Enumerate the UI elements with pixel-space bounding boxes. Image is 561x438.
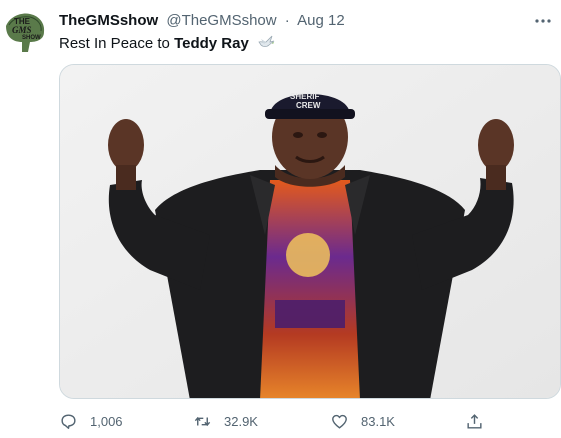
avatar-text-2: GMS bbox=[12, 25, 32, 35]
avatar[interactable]: THE GMS SHOW bbox=[0, 8, 48, 56]
avatar-text-3: SHOW bbox=[22, 35, 41, 41]
tweet-date[interactable]: Aug 12 bbox=[297, 12, 345, 29]
like-count: 83.1K bbox=[361, 413, 395, 429]
tweet-text: Rest In Peace to Teddy Ray bbox=[59, 33, 275, 57]
tweet-text-bold[interactable]: Teddy Ray bbox=[174, 35, 249, 52]
like-button[interactable]: 83.1K bbox=[330, 408, 395, 434]
more-icon[interactable] bbox=[531, 11, 555, 31]
user-handle[interactable]: @TheGMSshow bbox=[166, 12, 276, 29]
display-name[interactable]: TheGMSshow bbox=[59, 12, 158, 29]
share-icon bbox=[467, 413, 482, 429]
tweet-media-image[interactable]: SHERIF CREW bbox=[59, 64, 561, 399]
share-button[interactable] bbox=[465, 408, 484, 434]
retweet-count: 32.9K bbox=[224, 413, 258, 429]
retweet-icon bbox=[194, 416, 211, 426]
action-bar: 1,006 32.9K 83.1K bbox=[59, 408, 499, 434]
tweet[interactable]: THE GMS SHOW TheGMSshow @TheGMSshow · Au… bbox=[0, 0, 561, 438]
dove-emoji bbox=[257, 33, 275, 57]
separator-dot: · bbox=[284, 12, 290, 29]
reply-button[interactable]: 1,006 bbox=[59, 408, 123, 434]
tweet-text-prefix: Rest In Peace to bbox=[59, 35, 175, 52]
reply-icon bbox=[61, 413, 76, 429]
tweet-header: TheGMSshow @TheGMSshow · Aug 12 bbox=[59, 11, 561, 31]
retweet-button[interactable]: 32.9K bbox=[193, 408, 258, 434]
like-icon bbox=[332, 414, 347, 429]
photo-person-celebrating: SHERIF CREW bbox=[60, 65, 560, 398]
avatar-logo: THE GMS SHOW bbox=[1, 9, 47, 55]
reply-count: 1,006 bbox=[90, 413, 123, 429]
